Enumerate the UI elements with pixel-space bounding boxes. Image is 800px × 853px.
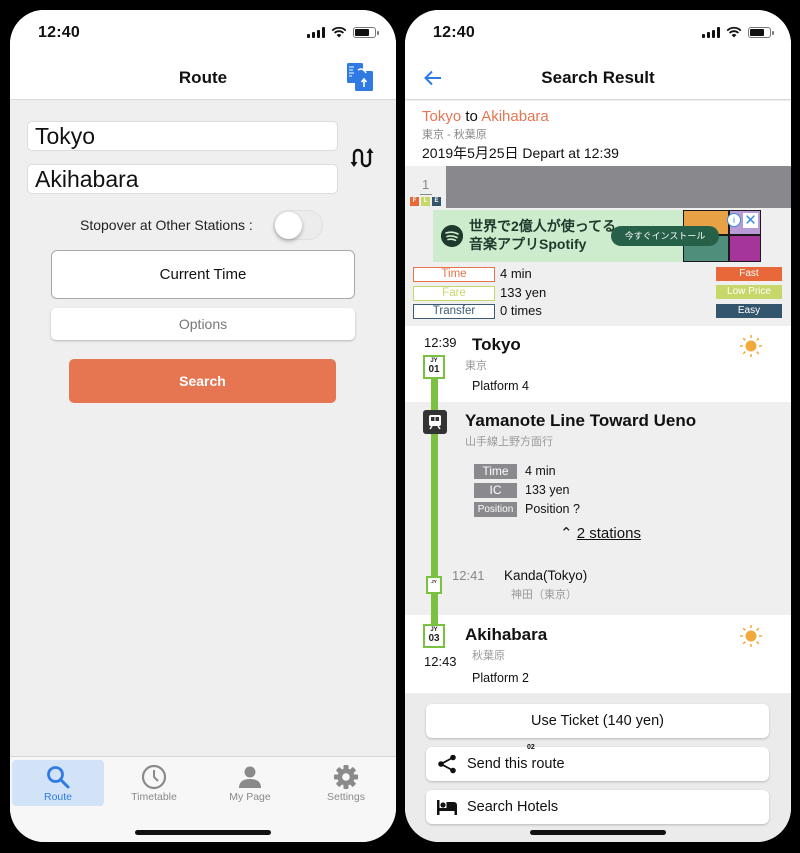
station-code-badge: JY 01 <box>423 355 445 379</box>
tab-settings[interactable]: Settings <box>300 760 392 806</box>
stopover-label: Stopover at Other Stations : <box>80 217 253 233</box>
status-bar: 12:40 <box>10 10 396 56</box>
sun-icon <box>740 625 762 647</box>
departure-date: 2019年5月25日 Depart at 12:39 <box>422 145 619 161</box>
ad-close-icon[interactable]: ✕ <box>743 213 758 228</box>
stations-toggle[interactable]: ⌃ 2 stations <box>560 524 641 542</box>
line-title-jp: 山手線上野方面行 <box>465 436 553 448</box>
fle-logo[interactable]: 1 F L E <box>408 178 444 206</box>
tab-label: Timetable <box>131 791 177 803</box>
chevron-up-icon: ⌃ <box>560 525 577 542</box>
departure-station-name: Tokyo <box>472 335 521 354</box>
signal-icon <box>307 26 325 38</box>
train-icon <box>423 410 447 434</box>
home-indicator <box>135 830 271 835</box>
tab-route[interactable]: Route <box>12 760 104 806</box>
departure-platform: Platform 4 <box>472 379 529 393</box>
share-icon <box>438 754 456 774</box>
status-time: 12:40 <box>38 24 80 41</box>
station-code-badge: JY 03 <box>423 624 445 648</box>
ad-headline: 世界で2億人が使ってる 音楽アプリSpotify <box>469 218 617 252</box>
arrival-platform: Platform 2 <box>472 671 529 685</box>
ad-info-icon[interactable]: i <box>727 213 741 227</box>
advertisement-banner[interactable]: 世界で2億人が使ってる 音楽アプリSpotify 今すぐインストール i ✕ <box>433 210 761 262</box>
stopover-row: Stopover at Other Stations : <box>10 210 396 242</box>
low-price-badge: Low Price <box>716 285 782 299</box>
to-station-input[interactable]: Akihabara <box>27 164 338 194</box>
options-button[interactable]: Options <box>51 308 355 340</box>
route-heading: Tokyo to Akihabara <box>422 108 791 125</box>
send-route-button[interactable]: Send this route <box>426 747 769 781</box>
search-button[interactable]: Search <box>69 359 336 403</box>
nav-bar: Route <box>10 56 396 100</box>
route-connector: to <box>465 108 478 125</box>
person-icon <box>239 766 261 788</box>
status-time: 12:40 <box>433 24 475 41</box>
search-result-screen: 12:40 Search Result Tokyo to Akihabara 東… <box>405 10 791 842</box>
tab-label: Route <box>43 791 73 803</box>
wifi-icon <box>726 26 742 38</box>
document-transfer-icon[interactable] <box>346 62 374 92</box>
battery-icon <box>353 26 379 38</box>
page-title: Route <box>178 68 228 87</box>
train-segment: Yamanote Line Toward Ueno 山手線上野方面行 Time … <box>405 402 791 751</box>
route-japanese: 東京 - 秋葉原 <box>422 129 487 141</box>
status-bar: 12:40 <box>405 10 791 56</box>
tab-bar: Route Timetable My Page Settings <box>10 756 396 842</box>
current-time-button[interactable]: Current Time <box>51 250 355 299</box>
page-title: Search Result <box>541 68 655 87</box>
nav-bar: Search Result <box>405 56 791 100</box>
tab-timetable[interactable]: Timetable <box>108 760 200 806</box>
arrival-station-name: Akihabara <box>465 625 548 644</box>
departure-time: 12:39 <box>424 335 457 350</box>
station-code-badge: JY 02 <box>426 576 535 751</box>
line-title: Yamanote Line Toward Ueno <box>465 411 697 430</box>
home-indicator <box>530 830 666 835</box>
route-index-banner: 1 F L E <box>405 166 791 208</box>
wifi-icon <box>331 26 347 38</box>
signal-icon <box>702 26 720 38</box>
sun-icon <box>740 335 762 357</box>
swap-arrows-icon[interactable] <box>348 144 376 172</box>
battery-icon <box>748 26 774 38</box>
tab-label: My Page <box>229 791 271 803</box>
destination-name: Akihabara <box>481 108 549 125</box>
departure-station-jp: 東京 <box>465 360 487 372</box>
easy-badge: Easy <box>716 304 782 318</box>
fast-badge: Fast <box>716 267 782 281</box>
route-screen: 12:40 Route Tokyo Akihabara Stopover at … <box>10 10 396 842</box>
stopover-toggle[interactable] <box>273 210 323 240</box>
route-summary: Tokyo to Akihabara 東京 - 秋葉原 2019年5月25日 D… <box>405 101 791 166</box>
use-ticket-button[interactable]: Use Ticket (140 yen) <box>426 704 769 738</box>
arrival-station[interactable]: JY 03 Akihabara 秋葉原 12:43 Platform 2 <box>405 615 791 693</box>
actions-panel: Use Ticket (140 yen) Send this route Sea… <box>405 694 791 842</box>
departure-station[interactable]: 12:39 Tokyo 東京 Platform 4 JY 01 <box>405 326 791 402</box>
arrival-station-jp: 秋葉原 <box>472 650 505 662</box>
tab-label: Settings <box>327 791 365 803</box>
route-metrics: Time 4 min Fare 133 yen Transfer 0 times… <box>405 265 791 325</box>
tab-my-page[interactable]: My Page <box>204 760 296 806</box>
arrival-time: 12:43 <box>424 654 457 669</box>
from-station-input[interactable]: Tokyo <box>27 121 338 151</box>
search-icon <box>47 766 70 789</box>
route-tab-strip[interactable] <box>446 166 791 208</box>
search-hotels-button[interactable]: Search Hotels <box>426 790 769 824</box>
clock-icon <box>141 764 167 790</box>
gear-icon <box>334 765 358 789</box>
ad-install-button[interactable]: 今すぐインストール <box>611 226 719 246</box>
origin-name: Tokyo <box>422 108 462 125</box>
bed-icon <box>437 800 457 815</box>
spotify-logo-icon <box>441 225 463 247</box>
